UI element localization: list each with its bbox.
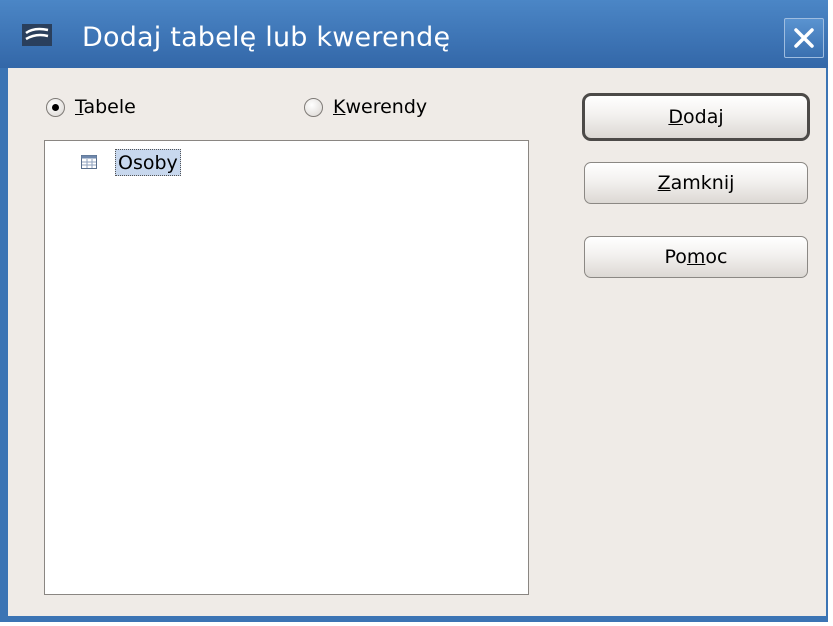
- title-bar[interactable]: Dodaj tabelę lub kwerendę: [0, 0, 828, 68]
- tables-radio-label: Tabele: [75, 96, 136, 118]
- close-icon: [794, 28, 814, 48]
- window-title: Dodaj tabelę lub kwerendę: [82, 22, 451, 53]
- office-app-icon: [22, 24, 52, 46]
- table-icon: [81, 155, 97, 169]
- queries-radio-label: Kwerendy: [333, 96, 428, 118]
- close-window-button[interactable]: [784, 18, 824, 58]
- list-item-label: Osoby: [115, 148, 181, 176]
- tables-radio-indicator[interactable]: [46, 97, 65, 117]
- list-item[interactable]: Osoby: [81, 147, 181, 177]
- queries-radio-indicator[interactable]: [304, 97, 323, 117]
- dialog-content: Tabele Kwerendy Osoby Dodaj Zamknij Po m o…: [8, 68, 826, 616]
- tables-radio[interactable]: Tabele: [46, 94, 136, 120]
- dialog-window: Dodaj tabelę lub kwerendę Tabele Kwerend…: [0, 0, 828, 622]
- help-button[interactable]: Po m oc: [584, 236, 808, 278]
- queries-radio[interactable]: Kwerendy: [304, 94, 427, 120]
- close-button[interactable]: Zamknij: [584, 162, 808, 204]
- add-button[interactable]: Dodaj: [582, 93, 810, 141]
- tables-list[interactable]: Osoby: [44, 140, 529, 595]
